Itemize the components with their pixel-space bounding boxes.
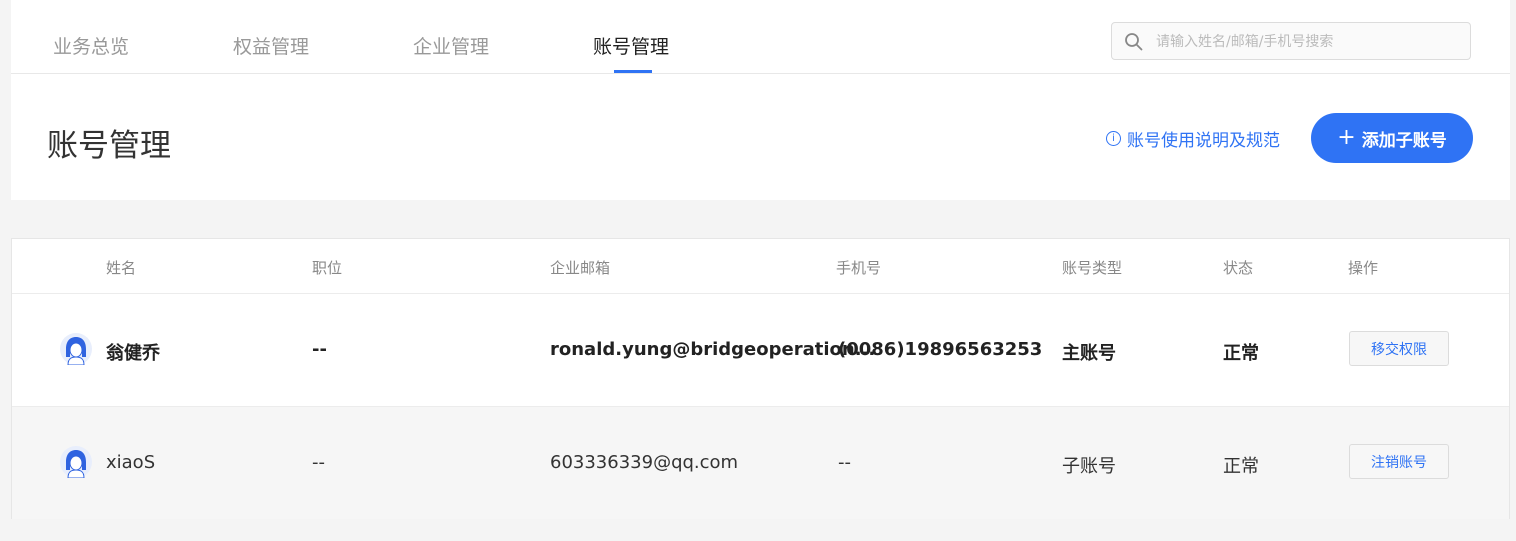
avatar <box>60 446 92 478</box>
table-row: xiaoS -- 603336339@qq.com -- 子账号 正常 注销账号 <box>12 407 1509 519</box>
cell-position: -- <box>312 452 325 473</box>
tab-account-management[interactable]: 账号管理 <box>593 32 669 59</box>
column-header-account-type: 账号类型 <box>1062 259 1123 277</box>
cell-account-type: 子账号 <box>1062 456 1116 477</box>
active-tab-indicator <box>614 70 652 73</box>
top-nav: 业务总览 权益管理 企业管理 账号管理 <box>11 0 1510 74</box>
plus-icon: + <box>1337 125 1356 150</box>
tab-business-overview[interactable]: 业务总览 <box>53 32 129 59</box>
tab-enterprise-management[interactable]: 企业管理 <box>413 32 489 59</box>
cell-status: 正常 <box>1223 343 1259 364</box>
add-sub-account-label: 添加子账号 <box>1361 130 1447 151</box>
cell-name: xiaoS <box>106 452 156 473</box>
cell-phone: -- <box>838 452 851 473</box>
page-header: 账号管理 i 账号使用说明及规范 + 添加子账号 <box>11 74 1510 200</box>
info-icon: i <box>1106 131 1121 146</box>
search-icon <box>1125 33 1143 51</box>
cell-account-type: 主账号 <box>1062 343 1116 364</box>
cell-position: -- <box>312 339 327 360</box>
cell-phone: (0086)19896563253 <box>838 339 1043 360</box>
search-box <box>1111 22 1471 60</box>
column-header-status: 状态 <box>1223 259 1254 277</box>
cell-name: 翁健乔 <box>106 343 160 364</box>
column-header-position: 职位 <box>312 259 343 277</box>
cell-email: ronald.yung@bridgeoperation... <box>550 339 876 360</box>
cell-status: 正常 <box>1223 456 1259 477</box>
column-header-phone: 手机号 <box>836 259 882 277</box>
deactivate-account-button[interactable]: 注销账号 <box>1349 444 1449 479</box>
account-guide-label: 账号使用说明及规范 <box>1127 131 1280 151</box>
table-header: 姓名 职位 企业邮箱 手机号 账号类型 状态 操作 <box>12 239 1509 294</box>
accounts-table: 姓名 职位 企业邮箱 手机号 账号类型 状态 操作 翁健乔 -- ronald.… <box>11 238 1510 519</box>
column-header-actions: 操作 <box>1348 259 1379 277</box>
column-header-email: 企业邮箱 <box>550 259 611 277</box>
search-input[interactable] <box>1154 30 1458 54</box>
transfer-permission-button[interactable]: 移交权限 <box>1349 331 1449 366</box>
tab-benefits-management[interactable]: 权益管理 <box>233 32 309 59</box>
column-header-name: 姓名 <box>106 259 137 277</box>
cell-email: 603336339@qq.com <box>550 452 739 473</box>
avatar <box>60 333 92 365</box>
page-title: 账号管理 <box>47 128 171 164</box>
add-sub-account-button[interactable]: + 添加子账号 <box>1311 113 1473 163</box>
account-guide-link[interactable]: i 账号使用说明及规范 <box>1106 126 1280 151</box>
table-row: 翁健乔 -- ronald.yung@bridgeoperation... (0… <box>12 294 1509 407</box>
